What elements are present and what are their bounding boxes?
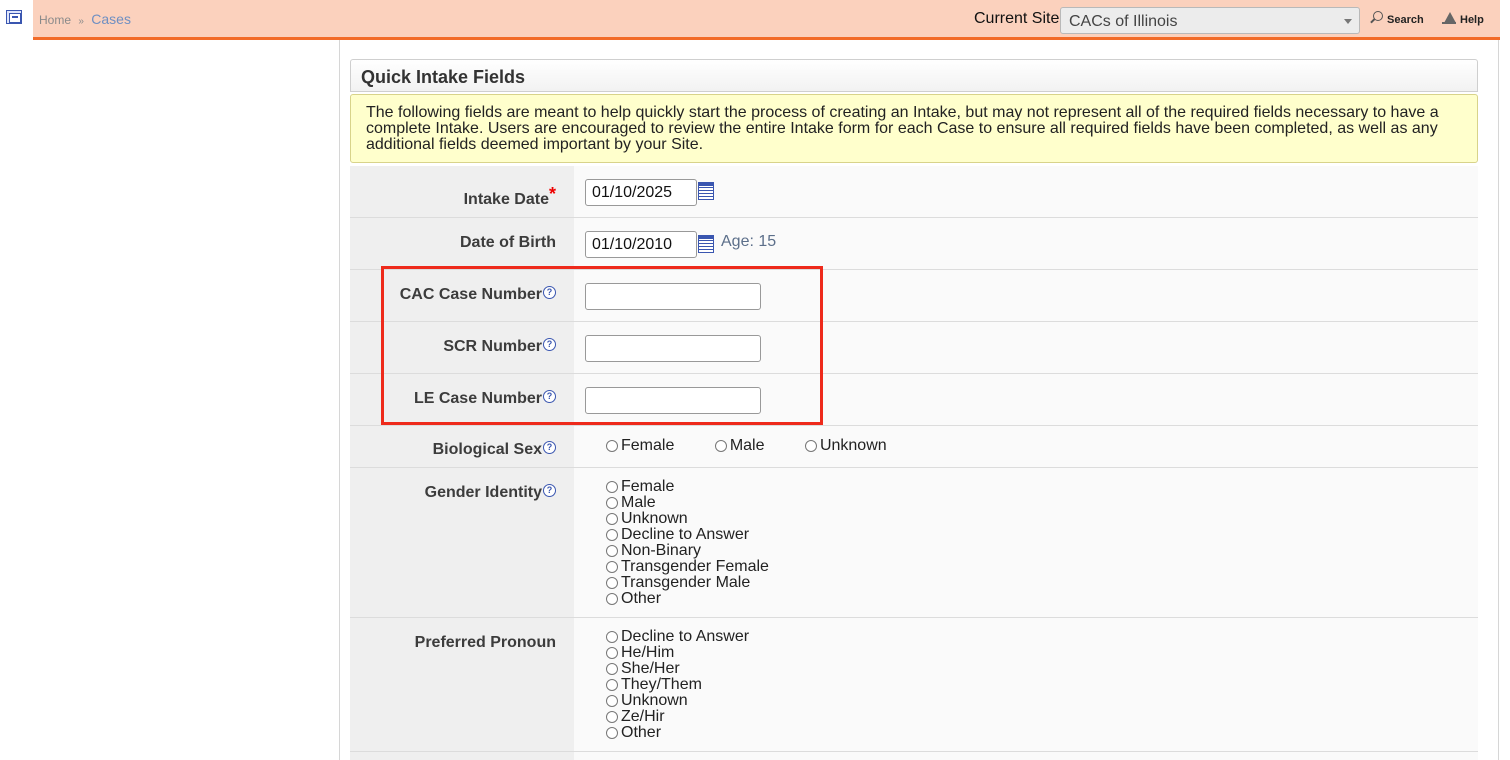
search-icon [1369,11,1383,25]
radio-button[interactable] [606,631,618,643]
radio-button[interactable] [606,481,618,493]
current-site-label: Current Site [974,10,1060,27]
help-question-icon[interactable]: ? [543,441,556,454]
radio-option[interactable]: Male [714,437,765,455]
intake-date-label: Intake Date [463,191,549,208]
radio-option[interactable]: Transgender Female [606,558,769,575]
radio-button[interactable] [714,440,727,452]
radio-button[interactable] [606,497,618,509]
radio-option[interactable]: Unknown [606,510,769,527]
radio-button[interactable] [606,679,618,691]
scr-number-label: SCR Number [443,338,542,355]
breadcrumb-separator: » [78,16,84,27]
radio-button[interactable] [606,545,618,557]
panel-header: Quick Intake Fields [350,59,1478,92]
radio-button[interactable] [606,440,618,452]
scr-number-input[interactable] [585,335,761,362]
radio-option[interactable]: Non-Binary [606,542,769,559]
content-left-border [339,40,340,760]
radio-option[interactable]: He/Him [606,644,749,661]
radio-option[interactable]: Male [606,494,769,511]
gender-identity-options: Female Male Unknown Decline to Answer No… [606,478,769,607]
help-question-icon[interactable]: ? [543,484,556,497]
calendar-icon[interactable] [698,235,714,253]
dob-label: Date of Birth [460,234,556,251]
radio-option[interactable]: Female [606,478,769,495]
current-site-select[interactable]: CACs of Illinois [1060,7,1360,34]
help-question-icon[interactable]: ? [543,286,556,299]
scr-number-row: SCR Number? [350,322,1478,374]
radio-option[interactable]: Unknown [606,692,749,709]
radio-option[interactable]: Decline to Answer [606,526,769,543]
info-notice: The following fields are meant to help q… [350,94,1478,163]
radio-option[interactable]: She/Her [606,660,749,677]
dob-input[interactable] [585,231,697,258]
content-right-border [1498,40,1499,760]
radio-button[interactable] [606,663,618,675]
gender-identity-label: Gender Identity [424,484,542,501]
breadcrumb: Home » Cases [39,11,131,27]
dob-row: Date of Birth Age: 15 [350,218,1478,270]
radio-button[interactable] [606,561,618,573]
radio-button[interactable] [804,440,817,452]
help-label: Help [1460,14,1484,26]
radio-button[interactable] [606,647,618,659]
radio-option[interactable]: Other [606,590,769,607]
help-button[interactable]: Help [1442,11,1484,26]
breadcrumb-home-link[interactable]: Home [39,13,71,27]
radio-button[interactable] [606,727,618,739]
radio-option[interactable]: Other [606,724,749,741]
radio-button[interactable] [606,695,618,707]
help-icon [1442,11,1456,25]
cac-case-number-label: CAC Case Number [399,286,542,303]
cac-case-number-row: CAC Case Number? [350,270,1478,322]
le-case-number-row: LE Case Number? [350,374,1478,426]
radio-button[interactable] [606,577,618,589]
gender-identity-row: Gender Identity? Female Male Unknown Dec… [350,468,1478,618]
le-case-number-label: LE Case Number [413,390,542,407]
help-question-icon[interactable]: ? [543,338,556,351]
radio-button[interactable] [606,593,618,605]
intake-date-row: Intake Date* [350,166,1478,218]
required-marker: * [548,184,556,204]
radio-button[interactable] [606,529,618,541]
chevron-down-icon [1344,19,1352,24]
quick-intake-form: Intake Date* Date of Birth Age: 15 CAC C… [350,166,1478,760]
next-row-stub [350,752,1478,760]
breadcrumb-cases-link[interactable]: Cases [91,11,131,27]
calendar-icon[interactable] [698,182,714,200]
biological-sex-options: Female Male Unknown [606,437,923,457]
sidebar-toggle-icon[interactable] [6,10,22,24]
radio-option[interactable]: Ze/Hir [606,708,749,725]
search-button[interactable]: Search [1369,11,1424,26]
cac-case-number-input[interactable] [585,283,761,310]
preferred-pronoun-options: Decline to Answer He/Him She/Her They/Th… [606,628,749,741]
radio-button[interactable] [606,513,618,525]
radio-option[interactable]: Transgender Male [606,574,769,591]
current-site-value: CACs of Illinois [1069,13,1178,30]
preferred-pronoun-label: Preferred Pronoun [414,634,556,651]
help-question-icon[interactable]: ? [543,390,556,403]
radio-option[interactable]: Decline to Answer [606,628,749,645]
biological-sex-row: Biological Sex? Female Male Unknown [350,426,1478,468]
radio-option[interactable]: They/Them [606,676,749,693]
radio-option[interactable]: Female [606,437,674,455]
intake-date-input[interactable] [585,179,697,206]
le-case-number-input[interactable] [585,387,761,414]
preferred-pronoun-row: Preferred Pronoun Decline to Answer He/H… [350,618,1478,752]
biological-sex-label: Biological Sex [432,441,542,458]
top-bar: Home » Cases Current Site CACs of Illino… [33,0,1500,40]
radio-option[interactable]: Unknown [804,437,887,455]
panel-title: Quick Intake Fields [361,67,526,87]
radio-button[interactable] [606,711,618,723]
search-label: Search [1387,14,1424,26]
age-display: Age: 15 [721,233,777,250]
